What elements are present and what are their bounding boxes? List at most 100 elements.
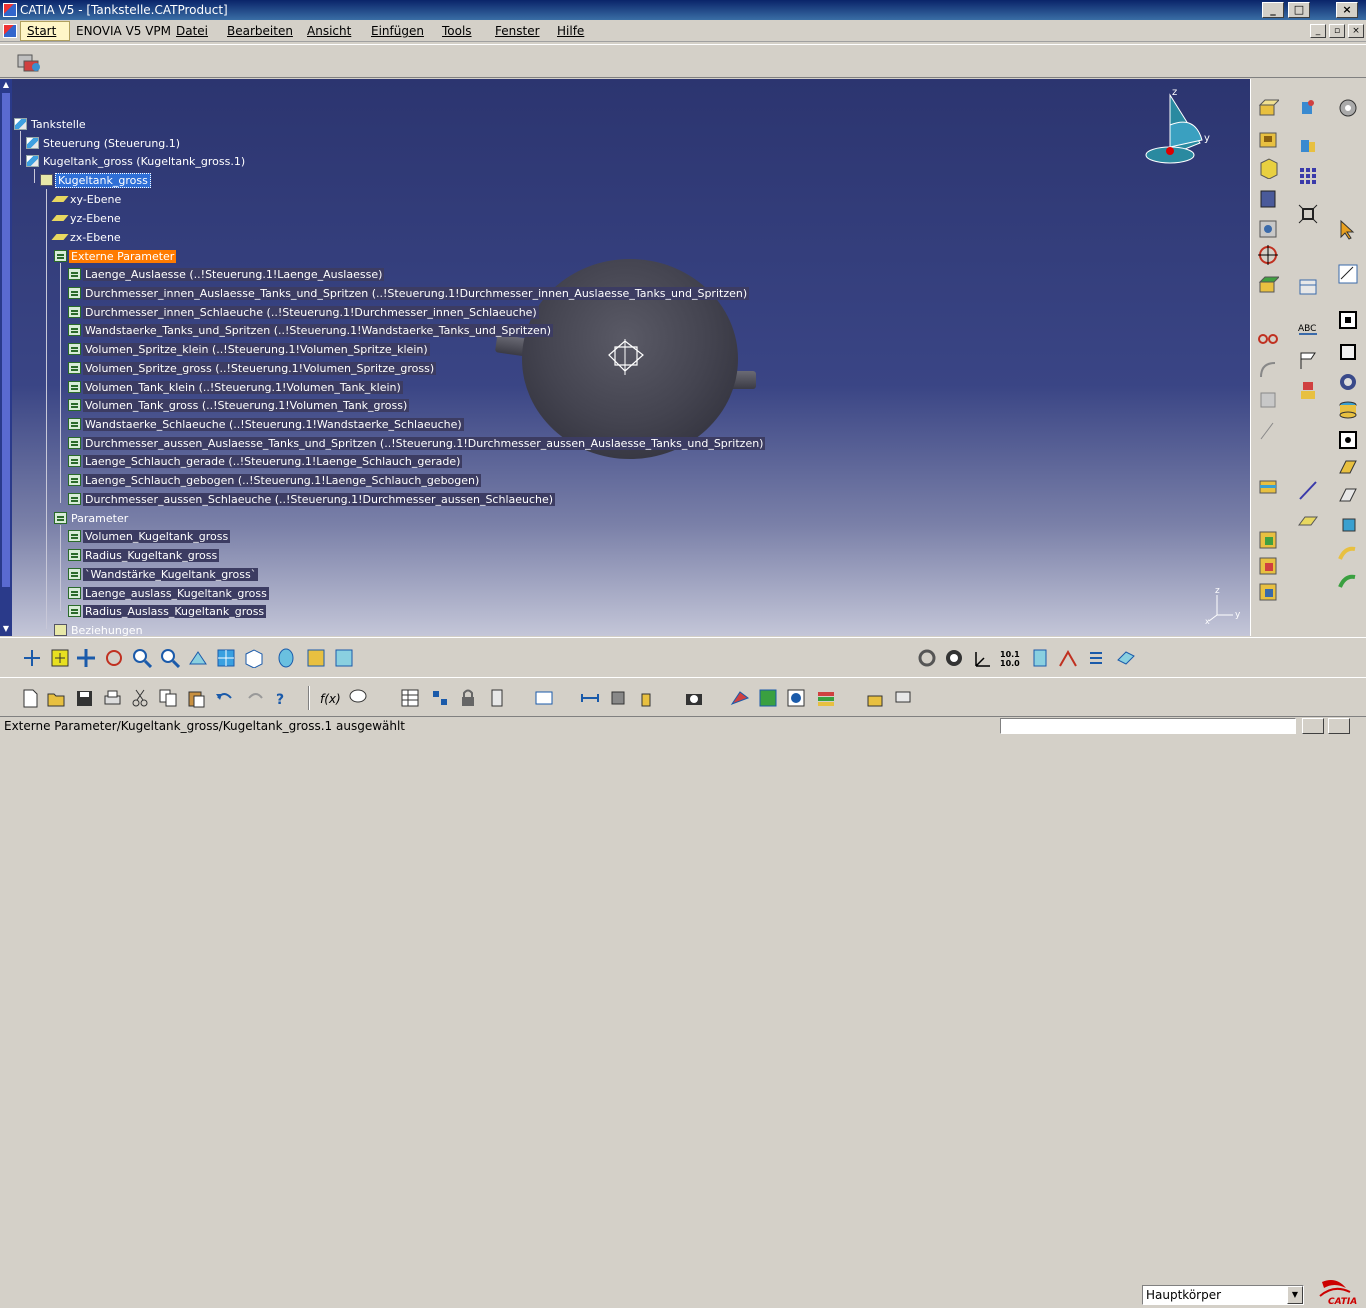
scaling-icon[interactable] — [1297, 203, 1319, 225]
tree-node-external-param[interactable]: Wandstaerke_Tanks_und_Spritzen (..!Steue… — [68, 323, 554, 339]
shaft-icon[interactable] — [1257, 157, 1279, 179]
product-structure-icon[interactable] — [866, 688, 886, 708]
new-document-icon[interactable] — [20, 688, 40, 708]
swap-visible-icon[interactable] — [334, 648, 354, 668]
menu-fenster[interactable]: Fenster — [495, 24, 540, 38]
lock-icon[interactable] — [458, 688, 478, 708]
groove-icon[interactable] — [1257, 187, 1279, 209]
draft-icon[interactable] — [1257, 419, 1279, 441]
update-icon[interactable] — [917, 648, 937, 668]
line-icon[interactable] — [1297, 135, 1319, 157]
layer-icon[interactable] — [1116, 648, 1136, 668]
fit-all-icon[interactable] — [50, 648, 70, 668]
tree-node-beziehungen[interactable]: Beziehungen — [54, 623, 145, 636]
tree-node-param[interactable]: Radius_Auslass_Kugeltank_gross — [68, 604, 267, 620]
tree-node-param[interactable]: Radius_Kugeltank_gross — [68, 548, 220, 564]
wireframe-icon[interactable] — [1337, 371, 1359, 393]
knowledge-icon[interactable] — [430, 688, 450, 708]
section-icon[interactable] — [786, 688, 806, 708]
menu-hilfe[interactable]: Hilfe — [557, 24, 584, 38]
analysis-icon[interactable] — [1058, 648, 1078, 668]
menu-enovia[interactable]: ENOVIA V5 VPM — [76, 24, 171, 38]
split-icon[interactable] — [1257, 475, 1279, 497]
list-icon[interactable] — [1086, 648, 1106, 668]
undo-icon[interactable] — [214, 688, 234, 708]
tree-scrollbar[interactable]: ▲ ▼ — [0, 79, 12, 636]
hole-icon[interactable] — [1257, 217, 1279, 239]
tree-node-yz-plane[interactable]: yz-Ebene — [51, 211, 123, 227]
command-input[interactable] — [1000, 718, 1296, 734]
tree-node-external-param[interactable]: Laenge_Schlauch_gebogen (..!Steuerung.1!… — [68, 473, 482, 489]
status-button-2[interactable] — [1328, 718, 1350, 734]
save-icon[interactable] — [74, 688, 94, 708]
assembly-design-icon[interactable] — [16, 51, 44, 75]
tree-node-zx-plane[interactable]: zx-Ebene — [51, 230, 123, 246]
text-annotation-icon[interactable]: ABC — [1297, 319, 1319, 341]
tree-node-external-param[interactable]: Volumen_Tank_gross (..!Steuerung.1!Volum… — [68, 398, 410, 414]
sweep-icon[interactable] — [1337, 543, 1359, 565]
hide-show-view-icon[interactable] — [306, 648, 326, 668]
scroll-up-icon[interactable]: ▲ — [1, 80, 11, 90]
doc-close-button[interactable]: × — [1348, 24, 1364, 38]
tree-node-external-param[interactable]: Laenge_Schlauch_gerade (..!Steuerung.1!L… — [68, 454, 463, 470]
tree-node-external-param[interactable]: Durchmesser_aussen_Schlaeuche (..!Steuer… — [68, 492, 556, 508]
tree-node-external-param[interactable]: Durchmesser_innen_Auslaesse_Tanks_und_Sp… — [68, 286, 750, 302]
boolean-remove-icon[interactable] — [1257, 555, 1279, 577]
tree-node-parameter[interactable]: Parameter — [54, 511, 130, 527]
shading-icon[interactable] — [276, 648, 296, 668]
measure-item-icon[interactable] — [608, 688, 628, 708]
catia-menu-icon[interactable] — [3, 24, 17, 38]
doc-minimize-button[interactable]: _ — [1310, 24, 1326, 38]
tree-node-param[interactable]: `Wandstärke_Kugeltank_gross` — [68, 567, 259, 583]
3d-viewport[interactable]: ▲ ▼ Tankstelle Steuerung (Steuerung.1) K… — [0, 79, 1250, 636]
gear-icon[interactable] — [1337, 97, 1359, 119]
select-arrow-icon[interactable] — [1337, 219, 1359, 241]
units-icon[interactable]: 10.110.0 — [1000, 648, 1020, 668]
catalog-browser-icon[interactable] — [534, 688, 554, 708]
point-icon[interactable] — [1297, 97, 1319, 119]
scrollbar-thumb[interactable] — [2, 93, 10, 587]
3d-line-icon[interactable] — [1297, 479, 1319, 501]
hide-show-icon[interactable] — [1297, 379, 1319, 401]
pocket-icon[interactable] — [1257, 127, 1279, 149]
close-button[interactable]: × — [1336, 2, 1358, 18]
tree-node-kugeltank-part[interactable]: Kugeltank_gross — [40, 173, 151, 189]
rotate-icon[interactable] — [104, 648, 124, 668]
minimize-button[interactable]: _ — [1262, 2, 1284, 18]
status-button-1[interactable] — [1302, 718, 1324, 734]
window-frame-icon[interactable] — [1337, 429, 1359, 451]
tree-node-kugeltank-instance[interactable]: Kugeltank_gross (Kugeltank_gross.1) — [26, 154, 247, 170]
menu-start[interactable]: Start — [27, 24, 56, 38]
extrude-surface-icon[interactable] — [1337, 485, 1359, 507]
tree-node-param[interactable]: Volumen_Kugeltank_gross — [68, 529, 231, 545]
doc-restore-button[interactable]: ▫ — [1329, 24, 1345, 38]
normal-view-icon[interactable] — [188, 648, 208, 668]
chevron-down-icon[interactable]: ▼ — [1287, 1286, 1303, 1304]
tree-root-tankstelle[interactable]: Tankstelle — [14, 117, 88, 133]
zoom-out-icon[interactable] — [160, 648, 180, 668]
pan-icon[interactable] — [76, 648, 96, 668]
comment-icon[interactable] — [348, 688, 368, 708]
sketcher-icon[interactable] — [1337, 263, 1359, 285]
tree-node-external-param[interactable]: Durchmesser_innen_Schlaeuche (..!Steueru… — [68, 305, 539, 321]
paste-icon[interactable] — [186, 688, 206, 708]
design-table-icon[interactable] — [400, 688, 420, 708]
law-icon[interactable] — [488, 688, 508, 708]
tree-node-external-param[interactable]: Wandstaerke_Schlaeuche (..!Steuerung.1!W… — [68, 417, 464, 433]
plane-create-icon[interactable] — [1297, 509, 1319, 531]
chamfer-icon[interactable] — [1257, 389, 1279, 411]
menu-tools[interactable]: Tools — [442, 24, 472, 38]
cut-icon[interactable] — [130, 688, 150, 708]
distance-analysis-icon[interactable] — [580, 688, 600, 708]
iso-view-icon[interactable] — [244, 648, 264, 668]
generate-numbering-icon[interactable] — [894, 688, 914, 708]
multi-view-icon[interactable] — [216, 648, 236, 668]
tree-node-external-param[interactable]: Laenge_Auslaesse (..!Steuerung.1!Laenge_… — [68, 267, 385, 283]
open-folder-icon[interactable] — [46, 688, 66, 708]
cylinder-icon[interactable] — [1337, 399, 1359, 421]
catalog-icon[interactable] — [1030, 648, 1050, 668]
edge-fillet-icon[interactable] — [1257, 359, 1279, 381]
tree-node-external-param[interactable]: Volumen_Spritze_klein (..!Steuerung.1!Vo… — [68, 342, 430, 358]
scroll-down-icon[interactable]: ▼ — [1, 624, 11, 634]
cube-frame-icon[interactable] — [1337, 341, 1359, 363]
